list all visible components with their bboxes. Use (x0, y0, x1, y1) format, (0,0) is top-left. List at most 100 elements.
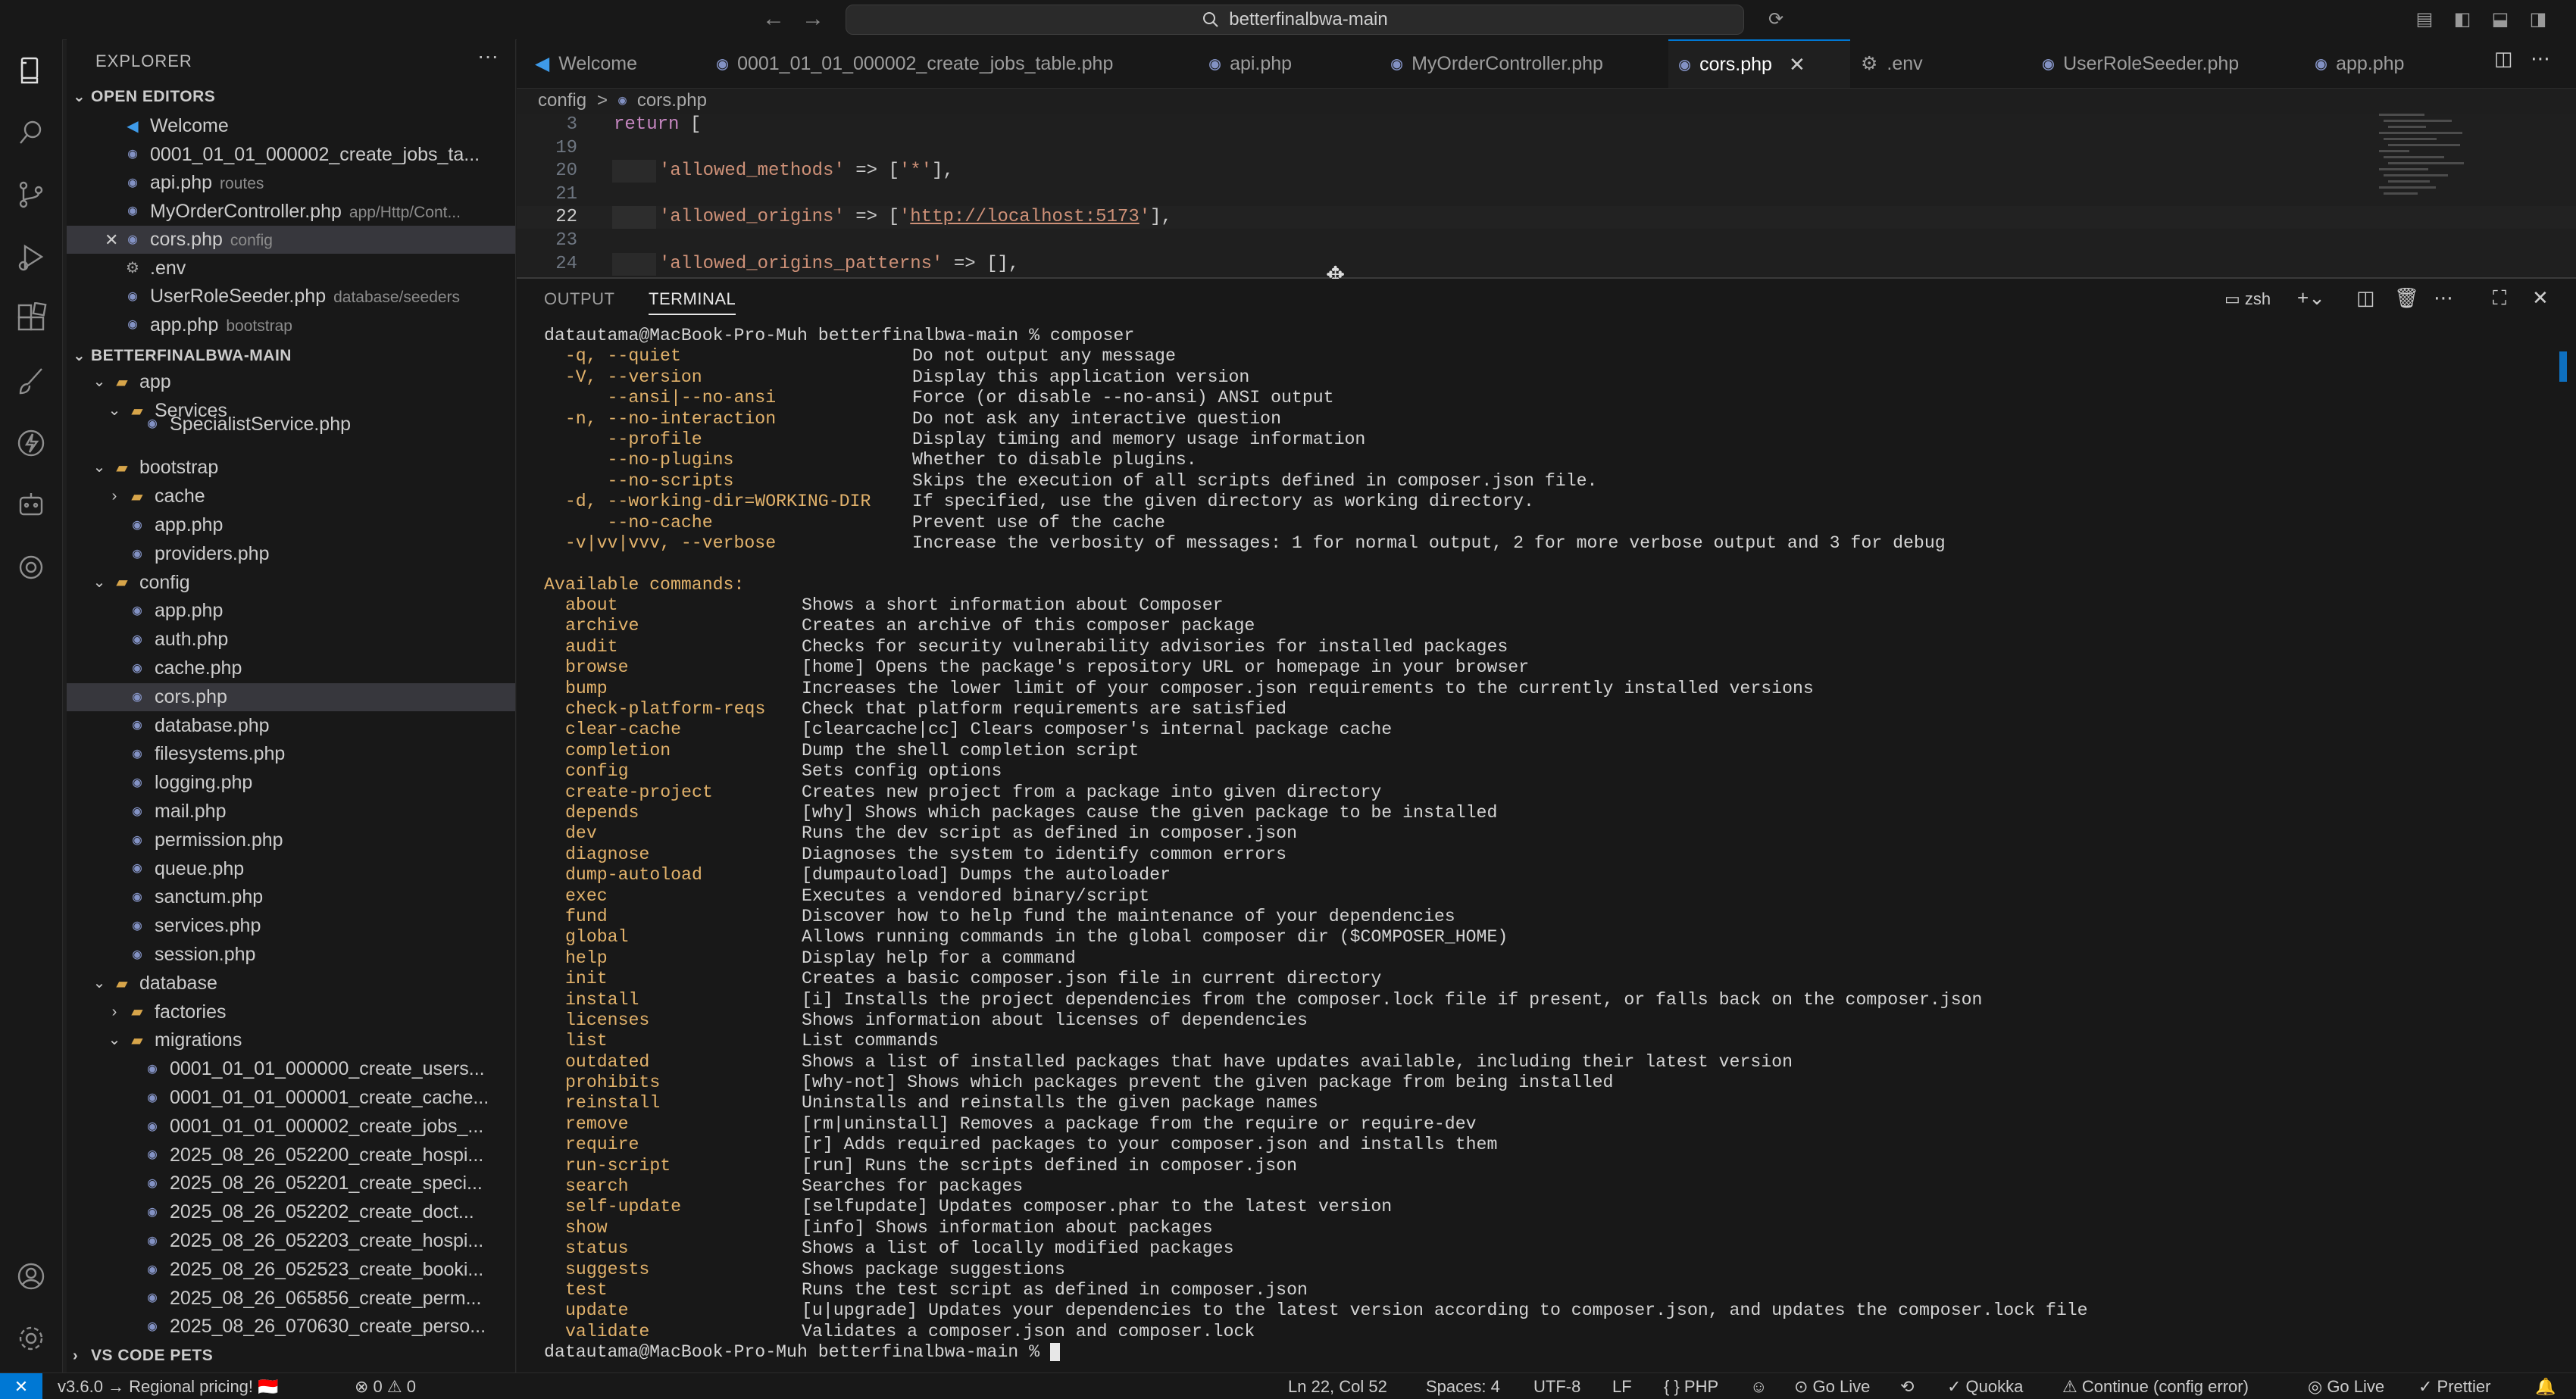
close-panel-icon[interactable]: ✕ (2532, 286, 2549, 310)
tree-file[interactable]: ◉ session.php (67, 941, 515, 969)
kill-terminal-icon[interactable]: 🗑 (2394, 286, 2419, 310)
status-go-live-2[interactable]: ◎ Go Live (2308, 1373, 2384, 1399)
editor-tab[interactable]: ⚙ .env (1850, 39, 2032, 88)
status-continue[interactable]: ⚠ Continue (config error) (2062, 1373, 2249, 1399)
toggle-sidebar-icon[interactable]: ◧ (2452, 9, 2473, 30)
search-icon[interactable] (12, 114, 50, 151)
tree-file[interactable]: ◉ app.php (67, 511, 515, 539)
tree-file[interactable]: ◉ mail.php (67, 798, 515, 826)
tree-folder[interactable]: ⌄ ▰ app (67, 368, 515, 396)
editor-tab[interactable]: ◉ cors.php ✕ (1668, 39, 1850, 88)
tree-file[interactable]: ◉ 2025_08_26_052200_create_hospi... (67, 1141, 515, 1169)
status-language[interactable]: { } PHP (1664, 1373, 1718, 1399)
editor-tab[interactable]: ◉ UserRoleSeeder.php (2032, 39, 2305, 88)
editor-tab[interactable]: ◉ 0001_01_01_000002_create_jobs_table.php (706, 39, 1199, 88)
code-line[interactable]: 24'allowed_origins_patterns' => [], (517, 252, 2576, 276)
account-icon[interactable] (12, 1257, 50, 1295)
open-editor-item[interactable]: ◀ Welcome (67, 112, 515, 140)
open-editor-item[interactable]: ◉ api.php routes (67, 169, 515, 197)
close-editor-icon[interactable]: ✕ (105, 226, 118, 254)
open-editor-item[interactable]: ◉ MyOrderController.php app/Http/Cont... (67, 198, 515, 226)
status-eol[interactable]: LF (1612, 1373, 1632, 1399)
status-indentation[interactable]: Spaces: 4 (1426, 1373, 1500, 1399)
tab-terminal[interactable]: TERMINAL (649, 289, 736, 315)
run-debug-icon[interactable] (12, 238, 50, 276)
code-line[interactable]: 19 (517, 137, 2576, 160)
code-line[interactable]: 20'allowed_methods' => ['*'], (517, 160, 2576, 183)
status-quokka[interactable]: ✓ Quokka (1947, 1373, 2023, 1399)
status-problems[interactable]: ⊗ 0 ⚠ 0 (355, 1373, 416, 1399)
project-folder-header[interactable]: ⌄ BETTERFINALBWA-MAIN (67, 342, 515, 370)
toggle-secondary-sidebar-icon[interactable]: ◨ (2528, 9, 2549, 30)
open-editor-item[interactable]: ◉ 0001_01_01_000002_create_jobs_ta... (67, 141, 515, 169)
tree-file[interactable]: ◉ permission.php (67, 826, 515, 854)
tree-file[interactable]: ◉ 2025_08_26_070630_create_perso... (67, 1313, 515, 1341)
tree-file[interactable]: ◉ database.php (67, 712, 515, 740)
sync-icon[interactable]: ⟲ (1900, 1373, 1914, 1399)
breadcrumb-file[interactable]: cors.php (637, 90, 707, 111)
source-control-icon[interactable] (12, 176, 50, 214)
tree-file[interactable]: ◉ auth.php (67, 626, 515, 654)
open-editor-item[interactable]: ✕ ◉ cors.php config (67, 226, 515, 254)
tree-file[interactable]: ◉ filesystems.php (67, 740, 515, 768)
editor-tab[interactable]: ◉ api.php (1199, 39, 1380, 88)
tree-file[interactable]: ◉ sanctum.php (67, 883, 515, 911)
editor-tab[interactable]: ◉ MyOrderController.php (1380, 39, 1668, 88)
remote-explorer-icon[interactable] (12, 548, 50, 586)
tree-file[interactable]: ◉ cache.php (67, 654, 515, 682)
tree-folder[interactable]: ⌄ ▰ bootstrap (67, 454, 515, 482)
tree-file[interactable]: ◉ 2025_08_26_052202_create_doct... (67, 1198, 515, 1226)
maximize-panel-icon[interactable]: ⛶ (2493, 286, 2506, 311)
tab-output[interactable]: OUTPUT (544, 289, 614, 309)
tree-file[interactable]: ◉ SpecialistService.php (67, 411, 515, 439)
tree-folder[interactable]: ⌄ ▰ migrations (67, 1026, 515, 1054)
tree-file[interactable]: ◉ logging.php (67, 769, 515, 797)
close-tab-icon[interactable]: ✕ (1789, 53, 1805, 77)
open-editor-item[interactable]: ◉ app.php bootstrap (67, 311, 515, 339)
code-line[interactable]: 3 return [ (517, 114, 2576, 136)
forward-arrow-icon[interactable]: → (802, 6, 824, 32)
tree-file[interactable]: ◉ cors.php (67, 682, 515, 711)
status-go-live[interactable]: ⊙ Go Live (1794, 1373, 1870, 1399)
code-line[interactable]: 23 (517, 230, 2576, 252)
paintbrush-icon[interactable] (12, 362, 50, 400)
tree-file[interactable]: ◉ queue.php (67, 855, 515, 883)
copilot-icon[interactable]: ⟳ (1765, 9, 1787, 30)
status-encoding[interactable]: UTF-8 (1533, 1373, 1580, 1399)
copilot-status-icon[interactable]: ☺ (1750, 1373, 1767, 1399)
layout-custom-icon[interactable]: ▤ (2414, 9, 2435, 30)
status-version[interactable]: v3.6.0 → Regional pricing! 🇮🇩 (58, 1373, 279, 1399)
toggle-panel-icon[interactable]: ⬓ (2490, 9, 2511, 30)
minimap[interactable] (2379, 114, 2485, 205)
open-editor-item[interactable]: ◉ UserRoleSeeder.php database/seeders (67, 283, 515, 311)
tree-file[interactable]: ◉ 0001_01_01_000002_create_jobs_... (67, 1113, 515, 1141)
terminal-active-prompt[interactable]: datautama@MacBook-Pro-Muh betterfinalbwa… (544, 1342, 2544, 1363)
vscode-pets-header[interactable]: › VS CODE PETS (67, 1342, 515, 1369)
extensions-icon[interactable] (12, 300, 50, 338)
editor-tab[interactable]: ◉ app.php (2305, 39, 2487, 88)
code-editor[interactable]: 3 return [19 20'allowed_methods' => ['*'],… (517, 114, 2576, 276)
tree-file[interactable]: ◉ 0001_01_01_000001_create_cache... (67, 1084, 515, 1112)
split-terminal-icon[interactable]: ◫ (2356, 286, 2375, 310)
code-line[interactable]: 21 (517, 183, 2576, 206)
terminal-output[interactable]: datautama@MacBook-Pro-Muh betterfinalbwa… (544, 326, 2544, 1371)
editor-more-icon[interactable]: ⋯ (2531, 47, 2550, 70)
tree-folder[interactable]: ⌄ ▰ database (67, 970, 515, 998)
open-editor-item[interactable]: ⚙ .env (67, 255, 515, 283)
tree-file[interactable]: ◉ 2025_08_26_052203_create_hospi... (67, 1227, 515, 1255)
tree-folder[interactable]: ⌄ ▰ config (67, 569, 515, 597)
breadcrumb-folder[interactable]: config (538, 90, 586, 111)
back-arrow-icon[interactable]: ← (762, 6, 785, 32)
explorer-icon[interactable] (12, 52, 50, 89)
status-prettier[interactable]: ✓ Prettier (2418, 1373, 2490, 1399)
robot-icon[interactable] (12, 486, 50, 524)
tree-file[interactable]: ◉ 2025_08_26_052523_create_booki... (67, 1256, 515, 1284)
settings-gear-icon[interactable] (12, 1319, 50, 1357)
split-editor-icon[interactable]: ◫ (2494, 47, 2513, 70)
tree-file[interactable]: ◉ 2025_08_26_052201_create_speci... (67, 1169, 515, 1198)
terminal-shell-label[interactable]: ▭ zsh (2224, 289, 2271, 309)
more-actions-icon[interactable]: ··· (477, 44, 499, 68)
editor-tab[interactable]: ◀ Welcome (524, 39, 706, 88)
notifications-bell-icon[interactable]: 🔔 (2535, 1373, 2556, 1399)
lightning-icon[interactable] (12, 424, 50, 462)
